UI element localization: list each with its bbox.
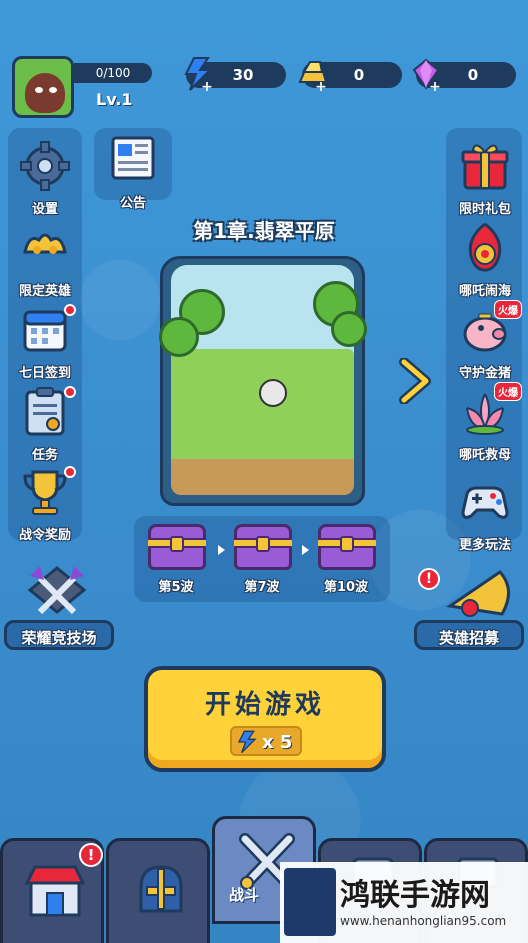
notification-dot [64,386,76,398]
seven-day-signin-button[interactable]: 七日签到 [8,304,82,381]
guard-pig-button[interactable]: 火爆 守护金猪 [448,300,522,381]
watermark-logo-icon [284,868,336,936]
newspaper-icon [111,136,155,180]
avatar-eye [49,87,57,93]
arrow-right-icon [302,545,309,555]
arrow-right-icon [218,545,225,555]
orc-face-icon [25,73,65,113]
tab-shop[interactable]: ! [0,838,104,943]
battle-pass-button[interactable]: 战令奖励 [8,466,82,543]
nezha-mother-label: 哪吒救母 [458,448,511,463]
lock-icon [170,536,184,552]
tasks-button[interactable]: 任务 [8,386,82,463]
lock-icon [340,536,354,552]
wave-chest-10[interactable] [318,524,376,570]
crossed-swords-icon [27,566,87,615]
seven-day-label: 七日签到 [18,366,71,381]
notification-dot [64,466,76,478]
alert-badge: ! [418,568,440,590]
calendar-icon [23,310,67,352]
energy-cost-value: x 5 [262,732,293,753]
chapter-map[interactable] [159,256,367,506]
wave-label: 第10波 [323,580,369,595]
xp-bar: 0/100 [74,63,152,83]
add-energy-button[interactable]: + [200,80,214,94]
gear-icon [20,141,70,191]
battle-pass-label: 战令奖励 [18,528,71,543]
tree-icon [331,311,367,347]
limited-hero-label: 限定英雄 [18,284,71,299]
map-grass [171,349,354,467]
tree-icon [159,317,199,357]
hot-badge: 火爆 [494,382,522,401]
chevron-right-icon[interactable] [398,358,432,404]
horn-icon [446,570,510,617]
hot-badge: 火爆 [494,300,522,319]
announcement-button[interactable]: 公告 [96,134,170,211]
energy-cost: x 5 [230,726,302,756]
gift-box-icon [461,144,509,190]
settings-button[interactable]: 设置 [8,140,82,217]
lightning-icon [237,730,257,754]
nezha-mother-button[interactable]: 火爆 哪吒救母 [448,382,522,463]
player-level: Lv.1 [96,90,133,109]
arena-label: 荣耀竞技场 [21,629,97,647]
nezha-sea-label: 哪吒闹海 [458,284,511,299]
wave-chest-5[interactable] [148,524,206,570]
add-gold-button[interactable]: + [314,80,328,94]
recruit-label: 英雄招募 [438,629,499,647]
alert-badge: ! [79,843,103,867]
map-cliff [171,459,354,495]
chapter-title: 第1章.翡翠平原 [193,219,335,243]
wave-label: 第5波 [158,580,194,595]
avatar-eye [35,87,43,93]
site-watermark: 鸿联手游网 www.henanhonglian95.com [280,862,528,943]
start-game-label: 开始游戏 [204,690,325,720]
more-games-label: 更多玩法 [458,538,511,553]
wave-chest-7[interactable] [234,524,292,570]
watermark-url: www.henanhonglian95.com [340,914,507,928]
clipboard-icon [25,387,65,436]
trophy-icon [23,470,67,515]
guard-pig-label: 守护金猪 [458,366,511,381]
lock-icon [256,536,270,552]
player-avatar[interactable] [12,56,74,118]
wave-label: 第7波 [244,580,280,595]
watermark-title: 鸿联手游网 [340,878,490,913]
hero-recruit-button[interactable]: ! 英雄招募 [410,566,528,650]
more-games-button[interactable]: 更多玩法 [448,476,522,553]
tasks-label: 任务 [31,448,58,463]
limited-gift-button[interactable]: 限时礼包 [448,140,522,217]
start-game-button[interactable]: 开始游戏 x 5 [144,666,386,772]
gamepad-icon [461,486,509,519]
arena-button[interactable]: 荣耀竞技场 [0,566,118,650]
add-gem-button[interactable]: + [428,80,442,94]
shop-icon [25,865,85,917]
notification-dot [64,304,76,316]
announcement-label: 公告 [119,196,146,211]
skeleton-enemy-icon [259,379,287,407]
